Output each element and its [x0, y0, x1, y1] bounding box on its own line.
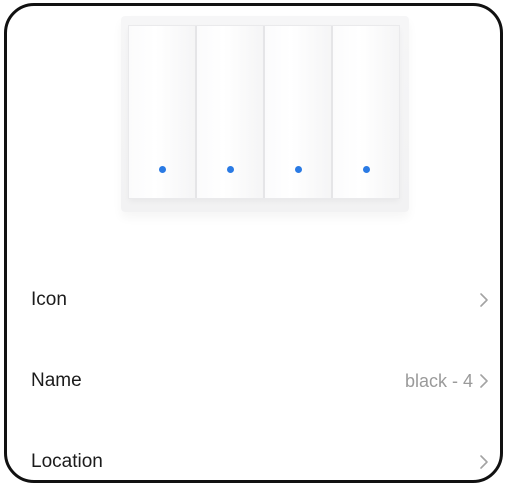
switch-key-4 — [333, 26, 399, 198]
indicator-dot-1 — [159, 166, 166, 173]
switch-key-3 — [265, 26, 333, 198]
settings-row-name[interactable]: Name black - 4 — [7, 356, 500, 406]
device-image — [121, 16, 409, 212]
chevron-right-icon — [480, 455, 488, 469]
settings-row-icon[interactable]: Icon — [7, 275, 500, 325]
row-value-name: black - 4 — [404, 370, 473, 391]
row-label-icon: Icon — [31, 289, 67, 310]
wall-switch-panel — [129, 26, 399, 198]
row-label-name: Name — [31, 370, 82, 391]
chevron-right-icon — [480, 293, 488, 307]
indicator-dot-2 — [227, 166, 234, 173]
switch-key-2 — [197, 26, 265, 198]
settings-row-location[interactable]: Location — [7, 437, 500, 480]
row-label-location: Location — [31, 451, 103, 472]
indicator-dot-3 — [295, 166, 302, 173]
row-right-name: black - 4 — [405, 371, 491, 392]
chevron-right-icon — [480, 374, 488, 388]
row-right-location — [473, 452, 491, 472]
switch-key-1 — [129, 26, 197, 198]
device-settings-card: Icon Name black - 4 Location — [4, 3, 503, 483]
indicator-dot-4 — [363, 166, 370, 173]
row-right-icon — [473, 290, 491, 310]
